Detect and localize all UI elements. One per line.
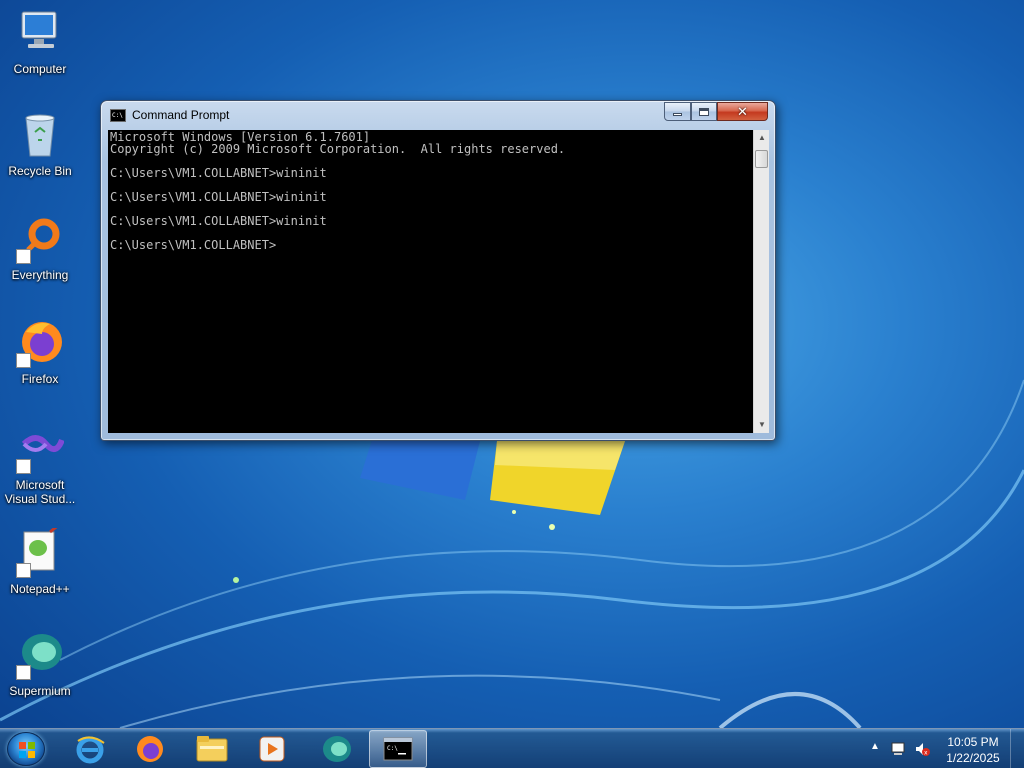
shortcut-arrow-icon: [16, 249, 31, 264]
desktop-icon-label: Supermium: [9, 684, 71, 698]
window-titlebar[interactable]: C:\ Command Prompt ✕: [101, 101, 775, 129]
taskbar-firefox[interactable]: [121, 730, 179, 768]
command-prompt-icon: C:\: [383, 737, 413, 761]
desktop-icon-label: Everything: [11, 268, 69, 282]
console-line: C:\Users\VM1.COLLABNET>wininit: [110, 214, 327, 228]
desktop-icon-supermium[interactable]: Supermium: [2, 630, 78, 714]
maximize-button[interactable]: [691, 102, 717, 121]
shortcut-arrow-icon: [16, 665, 31, 680]
taskbar-media-player[interactable]: [243, 730, 301, 768]
taskbar-supermium[interactable]: [308, 730, 366, 768]
clock-time[interactable]: 10:05 PM: [938, 735, 1008, 749]
windows-flag-icon: [19, 742, 35, 758]
window-title: Command Prompt: [132, 108, 230, 122]
desktop-icon-label: Firefox: [21, 372, 59, 386]
console-line: C:\Users\VM1.COLLABNET>wininit: [110, 166, 327, 180]
computer-icon: [16, 8, 64, 56]
shortcut-arrow-icon: [16, 563, 31, 578]
desktop-icon-computer[interactable]: Computer: [2, 8, 78, 92]
desktop-icon-label: Microsoft Visual Stud...: [4, 478, 76, 506]
network-icon[interactable]: [890, 741, 906, 757]
svg-text:C:\: C:\: [387, 745, 398, 752]
firefox-icon: [137, 736, 163, 762]
show-desktop-button[interactable]: [1010, 729, 1024, 768]
desktop-icon-label: Notepad++: [10, 582, 70, 596]
shortcut-arrow-icon: [16, 353, 31, 368]
supermium-icon: [16, 630, 64, 680]
taskbar-file-explorer[interactable]: [183, 730, 241, 768]
desktop-icon-everything[interactable]: Everything: [2, 214, 78, 298]
minimize-icon: [673, 113, 682, 116]
command-prompt-window[interactable]: C:\ Command Prompt ✕ Microsoft Windows […: [100, 100, 776, 441]
show-hidden-icons-icon[interactable]: ▲: [870, 741, 880, 752]
system-tray: ▲ x 10:05 PM 1/22/2025: [862, 729, 1024, 768]
vertical-scrollbar[interactable]: ▲ ▼: [753, 130, 769, 433]
desktop-icon-label: Recycle Bin: [8, 164, 72, 178]
desktop-icon-notepad-plus-plus[interactable]: Notepad++: [2, 522, 78, 612]
media-player-icon: [259, 736, 285, 762]
clock-date[interactable]: 1/22/2025: [938, 751, 1008, 765]
console-line: Copyright (c) 2009 Microsoft Corporation…: [110, 142, 566, 156]
desktop-icon-label: Computer: [13, 62, 67, 76]
visual-studio-icon: [16, 424, 65, 474]
console-prompt-line: C:\Users\VM1.COLLABNET>: [110, 238, 277, 252]
volume-muted-icon[interactable]: x: [914, 741, 930, 757]
taskbar-command-prompt[interactable]: C:\: [369, 730, 427, 768]
command-prompt-icon: C:\: [110, 109, 126, 122]
desktop-icon-visual-studio[interactable]: Microsoft Visual Stud...: [2, 424, 78, 508]
recycle-bin-icon: [16, 110, 64, 158]
scroll-down-icon[interactable]: ▼: [754, 417, 770, 433]
everything-icon: [16, 214, 64, 264]
scrollbar-thumb[interactable]: [755, 150, 768, 168]
internet-explorer-icon: [76, 736, 105, 764]
supermium-icon: [323, 736, 351, 762]
maximize-icon: [699, 107, 709, 116]
taskbar-internet-explorer[interactable]: [61, 730, 119, 768]
svg-text:x: x: [924, 750, 928, 757]
close-icon: ✕: [737, 103, 748, 119]
firefox-icon: [16, 318, 64, 368]
minimize-button[interactable]: [664, 102, 691, 121]
scroll-up-icon[interactable]: ▲: [754, 130, 770, 146]
console-line: C:\Users\VM1.COLLABNET>wininit: [110, 190, 327, 204]
start-button[interactable]: [7, 732, 45, 766]
close-button[interactable]: ✕: [717, 102, 768, 121]
desktop-icon-recycle-bin[interactable]: Recycle Bin: [2, 110, 78, 194]
taskbar: C:\ ▲ x 10:05 PM 1/22/2025: [0, 728, 1024, 768]
notepad-plus-plus-icon: [16, 522, 64, 578]
folder-icon: [196, 736, 228, 762]
console-output[interactable]: Microsoft Windows [Version 6.1.7601] Cop…: [108, 130, 753, 433]
desktop-icon-firefox[interactable]: Firefox: [2, 318, 78, 402]
shortcut-arrow-icon: [16, 459, 31, 474]
